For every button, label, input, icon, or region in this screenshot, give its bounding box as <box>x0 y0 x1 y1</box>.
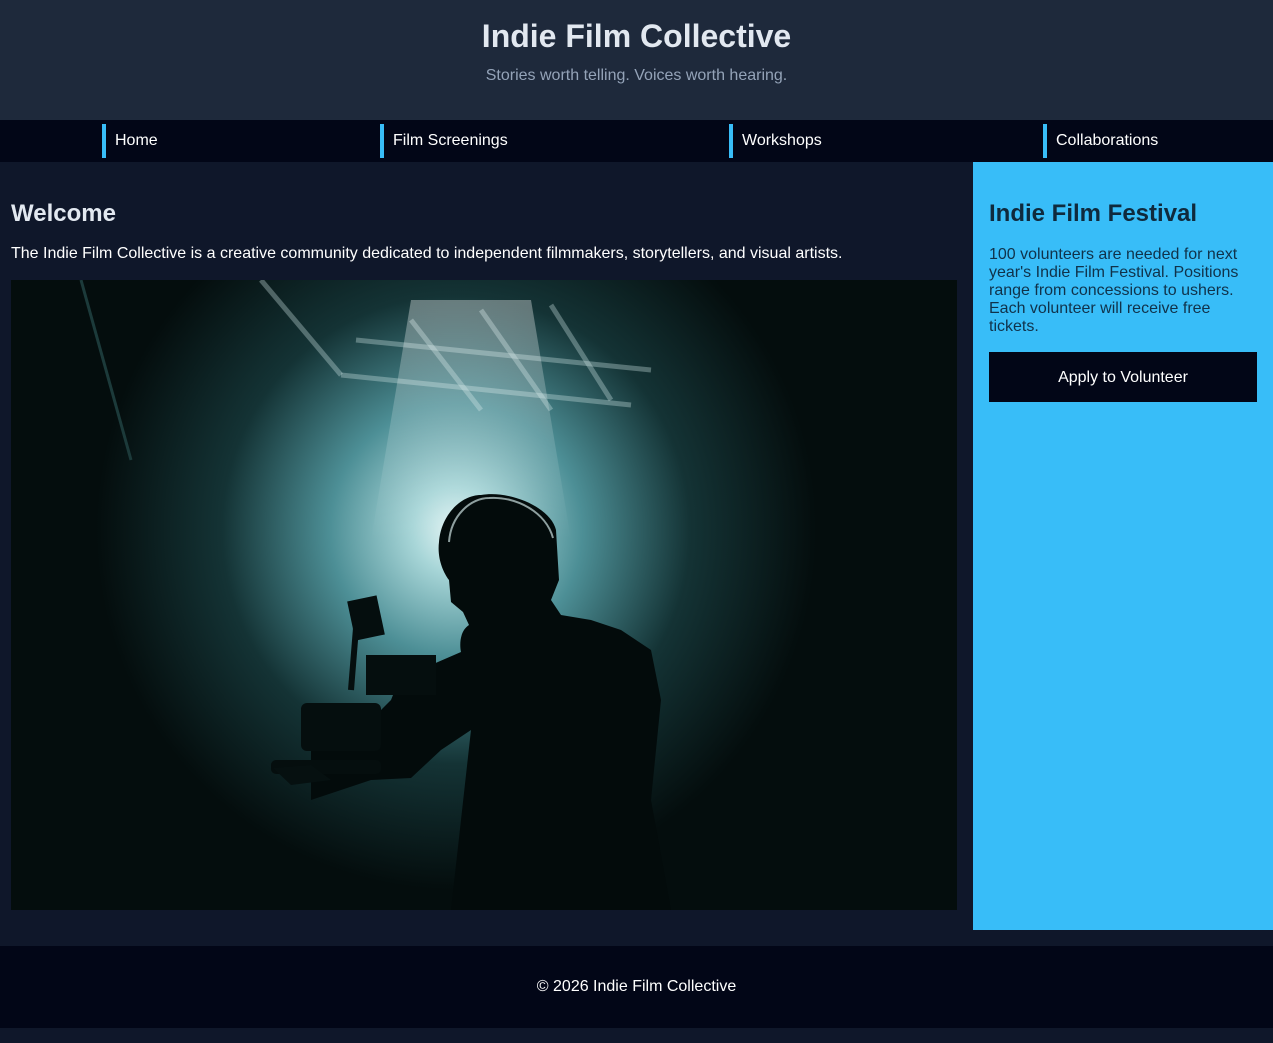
nav-item-film-screenings[interactable]: Film Screenings <box>380 124 508 158</box>
festival-sidebar: Indie Film Festival 100 volunteers are n… <box>973 162 1273 930</box>
festival-heading: Indie Film Festival <box>989 200 1198 227</box>
nav-item-workshops[interactable]: Workshops <box>729 124 822 158</box>
hero-image <box>11 280 957 910</box>
apply-to-volunteer-button[interactable]: Apply to Volunteer <box>989 352 1257 402</box>
intro-text: The Indie Film Collective is a creative … <box>11 245 843 262</box>
content-wrapper: Welcome The Indie Film Collective is a c… <box>0 162 1273 946</box>
site-footer: © 2026 Indie Film Collective <box>0 946 1273 1028</box>
main-content: Welcome The Indie Film Collective is a c… <box>11 162 957 910</box>
festival-description: 100 volunteers are needed for next year'… <box>989 246 1239 335</box>
nav-item-collaborations[interactable]: Collaborations <box>1043 124 1158 158</box>
site-header: Indie Film Collective Stories worth tell… <box>0 0 1273 120</box>
site-title: Indie Film Collective <box>481 18 792 54</box>
welcome-heading: Welcome <box>11 200 116 227</box>
site-tagline: Stories worth telling. Voices worth hear… <box>485 67 788 84</box>
filmmaker-silhouette-image <box>11 280 957 910</box>
main-nav: Home Film Screenings Workshops Collabora… <box>0 120 1273 162</box>
copyright-text: © 2026 Indie Film Collective <box>536 978 737 995</box>
nav-item-home[interactable]: Home <box>102 124 158 158</box>
